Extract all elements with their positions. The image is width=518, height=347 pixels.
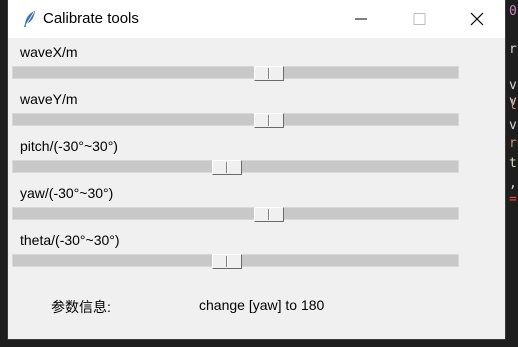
editor-glyph: r <box>509 136 517 151</box>
editor-glyph: t <box>509 156 517 171</box>
editor-glyph: 0 <box>509 4 517 19</box>
wavex-label: waveX/m <box>20 44 78 60</box>
minimize-icon <box>355 18 367 20</box>
wavey-label: waveY/m <box>20 91 78 107</box>
editor-glyph: l <box>509 98 517 113</box>
window-title: Calibrate tools <box>43 10 139 27</box>
maximize-button[interactable] <box>391 0 447 38</box>
yaw-label: yaw/(-30°~30°) <box>20 185 114 201</box>
theta-label: theta/(-30°~30°) <box>20 232 120 248</box>
editor-glyph: , <box>509 176 517 191</box>
pitch-label: pitch/(-30°~30°) <box>20 138 118 154</box>
maximize-icon <box>413 13 426 25</box>
pitch-slider[interactable] <box>12 160 459 175</box>
calibrate-tools-window: Calibrate tools waveX/m waveY/m pitch/(-… <box>8 0 505 339</box>
close-button[interactable] <box>449 0 505 38</box>
wavey-slider-thumb[interactable] <box>254 113 284 128</box>
wavex-slider-thumb[interactable] <box>254 66 284 81</box>
wavey-slider[interactable] <box>12 113 459 128</box>
yaw-slider-thumb[interactable] <box>254 207 284 222</box>
info-label: 参数信息: <box>51 299 111 315</box>
yaw-slider[interactable] <box>12 207 459 222</box>
feather-icon <box>20 9 40 29</box>
editor-glyph: v <box>509 78 517 93</box>
pitch-slider-thumb[interactable] <box>212 160 242 175</box>
background-editor: 0 r v v l v r t , = <box>505 0 518 347</box>
editor-glyph: v <box>509 118 517 133</box>
theta-slider-thumb[interactable] <box>212 254 242 269</box>
info-value: change [yaw] to 180 <box>199 297 325 313</box>
minimize-button[interactable] <box>333 0 389 38</box>
editor-glyph: = <box>509 192 517 207</box>
wavex-slider[interactable] <box>12 66 459 81</box>
close-icon <box>470 12 484 26</box>
title-bar[interactable]: Calibrate tools <box>8 0 505 38</box>
slider-panel: waveX/m waveY/m pitch/(-30°~30°) yaw/(-3… <box>8 38 505 339</box>
theta-slider[interactable] <box>12 254 459 269</box>
editor-glyph: r <box>509 42 517 57</box>
